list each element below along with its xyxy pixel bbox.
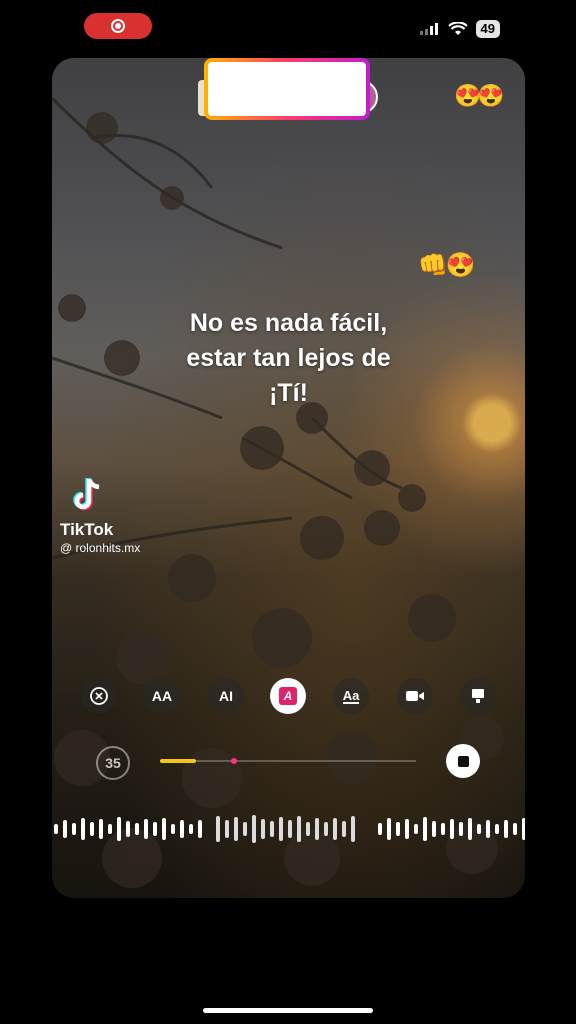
lyrics-style-toolbar: AA AI A Aa: [52, 678, 525, 714]
waveform-bar: [513, 823, 517, 835]
battery-indicator: 49: [475, 20, 500, 38]
waveform-bar: [135, 823, 139, 835]
waveform-bar: [477, 824, 481, 834]
waveform-bar: [189, 824, 193, 834]
text-effect-button[interactable]: A: [270, 678, 306, 714]
duration-label: 35: [105, 755, 121, 771]
selected-waveform-bar: [333, 818, 337, 840]
waveform-bar: [405, 819, 409, 839]
waveform-bar: [441, 823, 445, 835]
selected-waveform-bar: [234, 817, 238, 841]
waveform-bar: [450, 819, 454, 839]
video-format-button[interactable]: [397, 678, 433, 714]
waveform-bar: [522, 818, 525, 840]
lyrics-line: estar tan lejos de: [186, 344, 391, 372]
selected-waveform-bar: [252, 815, 256, 843]
story-preview[interactable]: 😍😍 👊😍 No es nada fácil, estar tan lejos …: [52, 58, 525, 898]
text-style-label: Aa: [342, 687, 360, 704]
cellular-signal-icon: [419, 23, 438, 35]
waveform-bar: [180, 820, 184, 838]
waveform-bar: [117, 817, 121, 841]
tiktok-username: @ rolonhits.mx: [60, 541, 141, 555]
waveform-bar: [387, 818, 391, 840]
waveform-bar: [504, 820, 508, 838]
lyrics-line: No es nada fácil,: [189, 309, 388, 337]
home-indicator[interactable]: [203, 1008, 373, 1013]
text-align-label: AI: [219, 688, 233, 704]
clip-selection-window: [208, 62, 366, 116]
font-size-button[interactable]: AA: [144, 678, 180, 714]
selected-waveform-bar: [216, 816, 220, 842]
card-layout-button[interactable]: [460, 678, 496, 714]
selected-waveform-bar: [306, 822, 310, 836]
heart-eyes-emoji-sticker[interactable]: 😍😍: [454, 83, 505, 109]
clip-selection-frame[interactable]: [204, 58, 370, 120]
text-align-button[interactable]: AI: [208, 678, 244, 714]
selected-waveform-bar: [279, 817, 283, 841]
selected-waveform-bar: [324, 822, 328, 836]
waveform-bar: [126, 821, 130, 837]
emoji-reaction-sticker[interactable]: 👊😍: [418, 251, 476, 280]
waveform-bar: [72, 823, 76, 835]
selected-waveform-bar: [261, 819, 265, 839]
waveform-bar: [153, 822, 157, 836]
screen-recording-indicator[interactable]: [84, 13, 152, 39]
font-size-label: AA: [151, 688, 173, 704]
waveform-bar: [171, 824, 175, 834]
selected-waveform-bar: [342, 821, 346, 837]
waveform-bar: [99, 819, 103, 839]
waveform-bar: [162, 818, 166, 840]
waveform-bar: [144, 819, 148, 839]
tiktok-watermark: TikTok @ rolonhits.mx: [60, 476, 140, 555]
waveform-bar: [495, 824, 499, 834]
lyrics-sticker[interactable]: No es nada fácil, estar tan lejos de ¡Tí…: [52, 306, 525, 411]
music-scrubber[interactable]: [160, 758, 416, 764]
waveform-bar: [198, 820, 202, 838]
selected-waveform-bar: [243, 822, 247, 836]
close-circle-icon: [90, 687, 108, 705]
selected-waveform-bar: [297, 816, 301, 842]
waveform-bar: [63, 820, 67, 838]
video-camera-icon: [406, 691, 424, 701]
waveform-bar: [432, 821, 436, 837]
waveform-bar: [90, 822, 94, 836]
duration-button[interactable]: 35: [96, 746, 130, 780]
lyrics-line: ¡Tí!: [269, 379, 308, 407]
selected-waveform-bar: [270, 821, 274, 837]
tiktok-name: TikTok: [60, 520, 114, 539]
text-style-button[interactable]: Aa: [333, 678, 369, 714]
card-icon: [472, 689, 484, 703]
waveform-bar: [459, 822, 463, 836]
scrubber-progress: [160, 759, 196, 763]
waveform-bar: [54, 824, 58, 834]
waveform-bar: [108, 824, 112, 834]
selected-waveform: [216, 815, 355, 843]
status-bar-right: 49: [419, 20, 500, 38]
tiktok-logo-icon: [73, 478, 100, 511]
selected-waveform-bar: [315, 818, 319, 840]
stop-button[interactable]: [446, 744, 480, 778]
waveform-bar: [468, 818, 472, 840]
waveform-bar: [423, 817, 427, 841]
waveform-bar: [81, 818, 85, 840]
waveform-bar: [396, 822, 400, 836]
waveform-bar: [486, 820, 490, 838]
waveform-bar: [378, 823, 382, 835]
selected-waveform-bar: [225, 820, 229, 838]
record-icon: [111, 19, 125, 33]
remove-sticker-button[interactable]: [81, 678, 117, 714]
selected-waveform-bar: [351, 816, 355, 842]
waveform-bar: [414, 824, 418, 834]
selected-waveform-bar: [288, 820, 292, 838]
text-effect-label: A: [279, 687, 297, 705]
wifi-icon: [447, 22, 468, 35]
